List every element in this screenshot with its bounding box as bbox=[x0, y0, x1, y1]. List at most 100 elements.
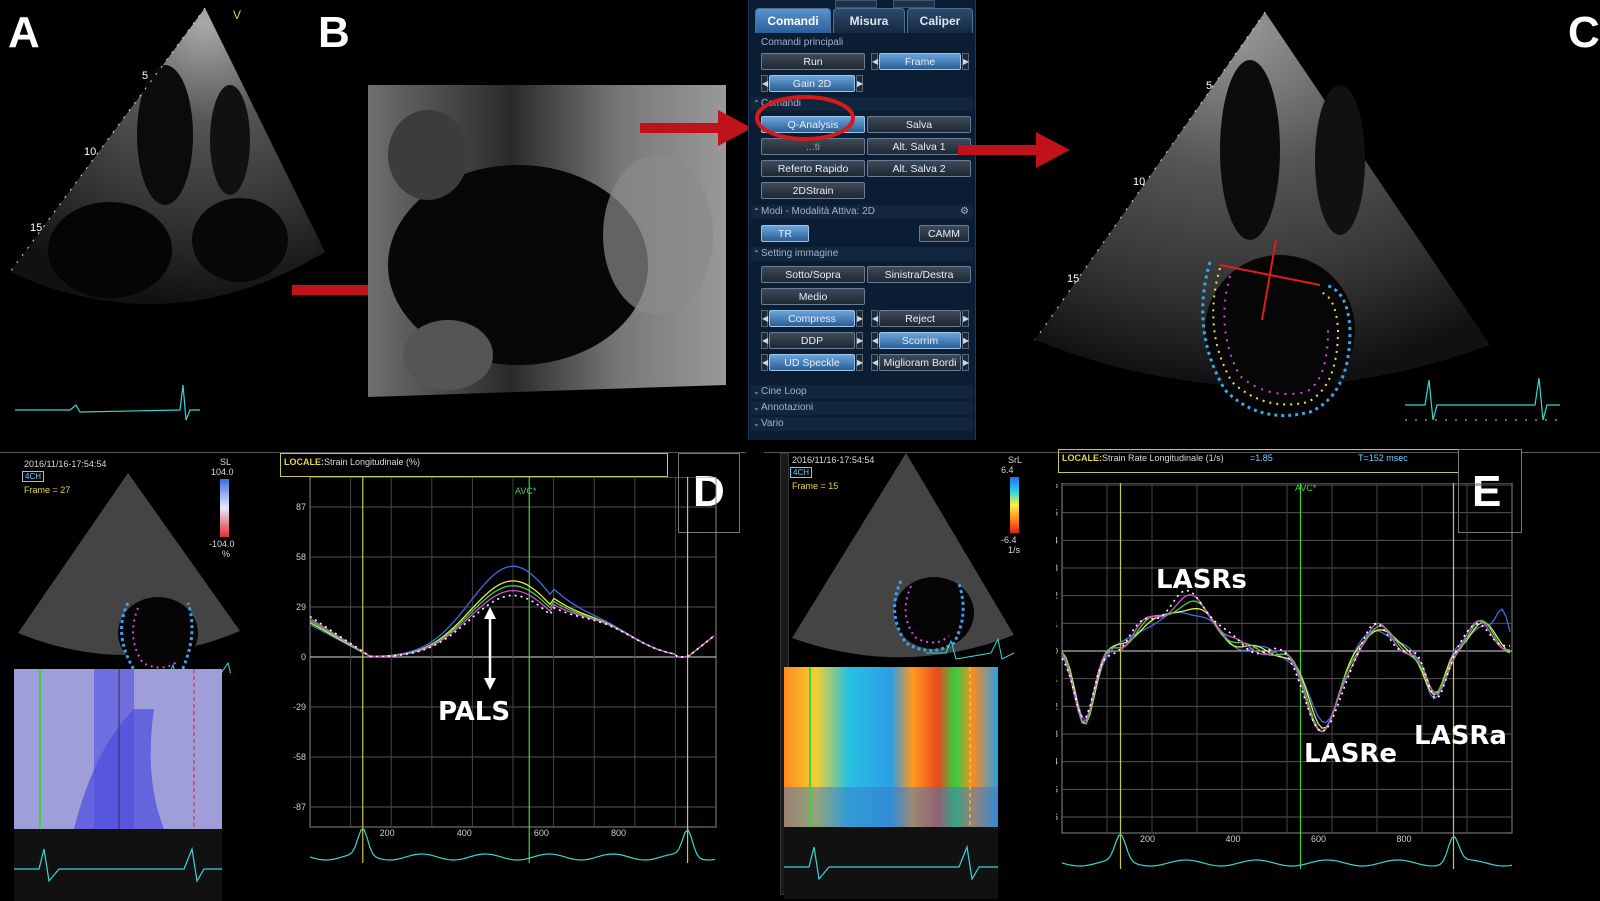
strain-trace bbox=[1061, 608, 1511, 724]
panel-d-strain: 2016/11/16-17:54:54 4CH Frame = 27 SL 10… bbox=[0, 452, 746, 901]
panel-e-header-value: =1.85 bbox=[1250, 453, 1273, 463]
compress-next-arrow[interactable]: ▶ bbox=[856, 310, 863, 327]
panel-e-lasra-label: LASRa bbox=[1414, 721, 1507, 751]
panel-d-scale-unit: SL bbox=[220, 457, 232, 467]
panel-d-pals-label: PALS bbox=[438, 697, 511, 727]
frame-prev-arrow[interactable]: ◀ bbox=[871, 53, 878, 70]
panel-d-strain-chart: 87 58 29 0 -29 -58 -87 200 400 600 800 bbox=[293, 477, 717, 863]
section-vario-label: Vario bbox=[761, 418, 784, 429]
echo-a-apex-mark: V bbox=[233, 8, 242, 22]
section-modi-label: Modi - Modalità Attiva: 2D bbox=[761, 206, 875, 217]
sinistra-destra-button[interactable]: Sinistra/Destra bbox=[867, 266, 971, 283]
y-tick-label: 58 bbox=[296, 552, 306, 562]
y-tick-label: -2 bbox=[1056, 701, 1058, 711]
y-tick-label: -4 bbox=[1056, 757, 1058, 767]
echo-image-c bbox=[1034, 11, 1560, 421]
gain-next-arrow[interactable]: ▶ bbox=[856, 75, 863, 92]
section-annotazioni[interactable]: ⌄ Annotazioni bbox=[751, 401, 973, 415]
x-tick-label: 200 bbox=[380, 828, 395, 838]
strain-trace bbox=[309, 589, 715, 658]
y-tick-label: 3 bbox=[1056, 563, 1058, 573]
section-modi[interactable]: ⌃ Modi - Modalità Attiva: 2D ⚙ bbox=[751, 205, 973, 219]
scorrim-button[interactable]: Scorrim bbox=[879, 332, 961, 349]
ud-speckle-next-arrow[interactable]: ▶ bbox=[856, 354, 863, 371]
reject-next-arrow[interactable]: ▶ bbox=[962, 310, 969, 327]
y-tick-label: -6 bbox=[1056, 812, 1058, 822]
tab-misura[interactable]: Misura bbox=[833, 8, 905, 33]
echo-a-depth-5: 5 bbox=[142, 70, 149, 82]
y-tick-label: 4 bbox=[1056, 535, 1058, 545]
miglioram-next-arrow[interactable]: ▶ bbox=[962, 354, 969, 371]
panel-top-tab-right[interactable] bbox=[893, 0, 935, 8]
run-button[interactable]: Run bbox=[761, 53, 865, 70]
compress-prev-arrow[interactable]: ◀ bbox=[761, 310, 768, 327]
ecg-trace bbox=[1061, 834, 1513, 867]
echo-c-depth-15: 15 bbox=[1067, 273, 1080, 285]
reject-prev-arrow[interactable]: ◀ bbox=[871, 310, 878, 327]
pals-arrow-head-up bbox=[484, 607, 496, 619]
scorrim-next-arrow[interactable]: ▶ bbox=[962, 332, 969, 349]
tab-comandi[interactable]: Comandi bbox=[755, 8, 831, 33]
gain2d-button[interactable]: Gain 2D bbox=[769, 75, 855, 92]
sotto-sopra-button[interactable]: Sotto/Sopra bbox=[761, 266, 865, 283]
x-tick-label: 600 bbox=[534, 828, 549, 838]
referto-rapido-button[interactable]: Referto Rapido bbox=[761, 160, 865, 177]
echo-c-depth-10: 10 bbox=[1133, 176, 1146, 188]
panel-e-echo-thumbnail bbox=[792, 453, 1015, 660]
ddp-prev-arrow[interactable]: ◀ bbox=[761, 332, 768, 349]
strain-trace bbox=[309, 585, 715, 658]
ud-speckle-prev-arrow[interactable]: ◀ bbox=[761, 354, 768, 371]
pals-arrow-head-down bbox=[484, 678, 496, 690]
ddp-button[interactable]: DDP bbox=[769, 332, 855, 349]
frame-button[interactable]: Frame bbox=[879, 53, 961, 70]
y-tick-label: -87 bbox=[293, 802, 306, 812]
camm-button[interactable]: CAMM bbox=[919, 225, 969, 242]
chevron-down-icon: ⌄ bbox=[753, 403, 760, 412]
miglioram-prev-arrow[interactable]: ◀ bbox=[871, 354, 878, 371]
echo-image-a bbox=[9, 7, 325, 421]
x-tick-label: 800 bbox=[611, 828, 626, 838]
scorrim-prev-arrow[interactable]: ◀ bbox=[871, 332, 878, 349]
reject-button[interactable]: Reject bbox=[879, 310, 961, 327]
miglioram-bordi-button[interactable]: Miglioram Bordi bbox=[879, 354, 961, 371]
section-setting-immagine[interactable]: ⌃ Setting immagine bbox=[751, 247, 973, 261]
2dstrain-button[interactable]: 2DStrain bbox=[761, 182, 865, 199]
strain-trace bbox=[1061, 589, 1511, 733]
strain-trace bbox=[1061, 600, 1511, 733]
panel-e-header-title: Strain Rate Longitudinale (1/s) bbox=[1102, 453, 1224, 463]
frame-next-arrow[interactable]: ▶ bbox=[962, 53, 969, 70]
control-panel: Comandi Misura Caliper Comandi principal… bbox=[748, 0, 976, 440]
compress-button[interactable]: Compress bbox=[769, 310, 855, 327]
x-tick-label: 600 bbox=[1311, 834, 1326, 844]
salva-button[interactable]: Salva bbox=[867, 116, 971, 133]
alt-salva-1-button[interactable]: Alt. Salva 1 bbox=[867, 138, 971, 155]
y-tick-label: 0 bbox=[1056, 646, 1058, 656]
y-tick-label: 5 bbox=[1056, 508, 1058, 518]
gear-icon[interactable]: ⚙ bbox=[960, 205, 969, 219]
chevron-up-icon: ⌃ bbox=[753, 249, 760, 258]
section-cine-loop[interactable]: ⌄ Cine Loop bbox=[751, 385, 973, 399]
ddp-next-arrow[interactable]: ▶ bbox=[856, 332, 863, 349]
section-vario[interactable]: ⌄ Vario bbox=[751, 417, 973, 431]
panel-e-lasre-label: LASRe bbox=[1304, 739, 1398, 769]
y-tick-label: -58 bbox=[293, 752, 306, 762]
strain-trace bbox=[1061, 594, 1511, 733]
y-tick-label: -5 bbox=[1056, 784, 1058, 794]
echo-a-depth-15: 15 bbox=[30, 222, 43, 234]
echo-a-depth-10: 10 bbox=[84, 146, 97, 158]
gain-prev-arrow[interactable]: ◀ bbox=[761, 75, 768, 92]
y-tick-label: 2 bbox=[1056, 591, 1058, 601]
y-tick-label: -3 bbox=[1056, 729, 1058, 739]
y-tick-label: 1 bbox=[1056, 618, 1058, 628]
chevron-up-icon: ⌃ bbox=[753, 207, 760, 216]
tab-caliper[interactable]: Caliper bbox=[907, 8, 973, 33]
tr-button[interactable]: TR bbox=[761, 225, 809, 242]
strain-trace bbox=[309, 580, 715, 658]
chevron-down-icon: ⌄ bbox=[753, 419, 760, 428]
panel-d-header-label: LOCALE: bbox=[284, 457, 324, 467]
ud-speckle-button[interactable]: UD Speckle bbox=[769, 354, 855, 371]
alt-salva-2-button[interactable]: Alt. Salva 2 bbox=[867, 160, 971, 177]
panel-label-b: B bbox=[318, 8, 350, 57]
panel-top-tab-left[interactable] bbox=[835, 0, 877, 8]
medio-button[interactable]: Medio bbox=[761, 288, 865, 305]
